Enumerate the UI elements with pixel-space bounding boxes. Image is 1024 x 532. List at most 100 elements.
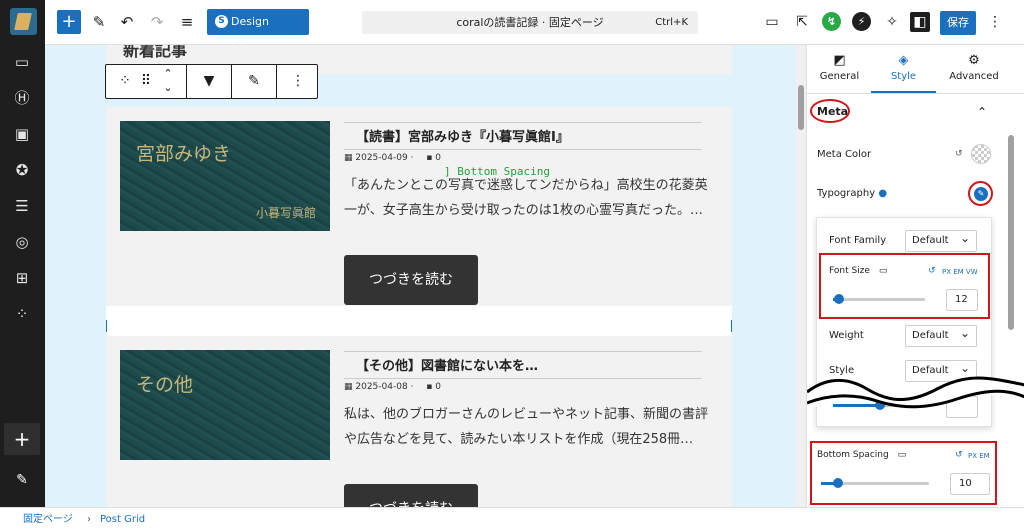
tab-divider [807,93,1024,94]
external-view-icon[interactable]: ⇱ [792,12,812,32]
save-button[interactable]: 保存 [940,11,976,35]
tab-advanced[interactable]: ⚙ Advanced [937,45,1011,93]
add-block-icon[interactable]: + [4,423,40,455]
image-icon[interactable]: ▣ [12,124,32,144]
post-date: 2025-04-09 · [355,153,414,163]
general-icon: ◩ [833,53,846,68]
canvas-scrollbar[interactable] [796,45,806,507]
performance-icon[interactable]: ↯ [822,12,841,31]
more-options-icon[interactable]: ⋮ [985,12,1005,32]
post-grid[interactable]: 宮部みゆき 小暮写眞館 【読書】宮部みゆき『小暮写眞館Ⅰ』 ▦ 2025-04-… [106,107,732,507]
read-more-button[interactable]: つづきを読む [344,255,478,305]
tab-general[interactable]: ◩ General [807,45,872,93]
block-settings-panel: ◩ General ◈ Style ⚙ Advanced Meta ⌃ Meta Co… [806,45,1024,507]
meta-color-label: Meta Color [817,149,872,160]
breadcrumb-page[interactable]: 固定ページ [23,508,73,532]
highlight-meta [810,99,850,123]
post-excerpt: 私は、他のブロガーさんのレビューやネット記事、新聞の書評や広告などを見て、読みた… [344,407,709,447]
post-meta: ▦ 2025-04-09 · ▪ 0 [344,153,441,163]
comment-count: 0 [435,382,441,392]
thumbnail-title: 宮部みゆき [136,143,232,165]
highlight-bottom-spacing [810,441,997,505]
rows-icon[interactable]: ☰ [12,196,32,216]
admin-sidebar: ▭ Ⓗ ▣ ✪ ☰ ◎ ⊞ ⁘ + ✎ [0,0,45,531]
panel-scrollbar[interactable] [1008,135,1014,330]
desktop-preview-icon[interactable]: ▭ [762,12,782,32]
ai-sparkle-icon[interactable]: ✧ [882,12,902,32]
design-library-button[interactable]: S Design Library [207,9,309,54]
post-card[interactable]: その他 【その他】図書館にない本を… ▦ 2025-04-08 · ▪ 0 私は… [106,336,732,507]
post-thumbnail[interactable]: 宮部みゆき 小暮写眞館 [120,121,330,231]
star-icon[interactable]: ✪ [12,160,32,180]
post-title[interactable]: 【その他】図書館にない本を… [344,351,702,379]
typography-label: Typography ● [817,188,887,199]
weight-select[interactable]: Default [905,323,977,347]
post-card[interactable]: 宮部みゆき 小暮写眞館 【読書】宮部みゆき『小暮写眞館Ⅰ』 ▦ 2025-04-… [106,107,732,306]
weight-label: Weight [829,330,864,341]
typography-modified-dot: ● [878,188,888,199]
grid-icon[interactable]: ⊞ [12,268,32,288]
command-palette[interactable]: coralの読書記録 · 固定ページ Ctrl+K [362,11,698,34]
meta-color-swatch[interactable] [971,144,991,164]
post-title[interactable]: 【読書】宮部みゆき『小暮写眞館Ⅰ』 [344,122,702,150]
breadcrumb-separator: › [87,514,91,525]
reset-color-icon[interactable]: ↺ [955,149,963,159]
block-toolbar: ⁘ ⠿ ⌃ ⌄ ▼ ✎ ⋮ [105,64,318,99]
breadcrumb-block[interactable]: Post Grid [100,508,145,532]
editor-toolbar: + ✎ ↶ ↷ ≡ S Design Library coralの読書記録 · … [45,0,1024,54]
undo-icon[interactable]: ↶ [117,12,137,32]
comment-count: 0 [435,153,441,163]
canvas-scroll-thumb[interactable] [798,85,804,130]
calendar-icon: ▦ [344,382,356,392]
drag-handle-icon[interactable]: ⠿ [140,73,152,89]
redo-icon[interactable]: ↷ [147,12,167,32]
command-shortcut: Ctrl+K [655,17,688,28]
calendar-icon: ▦ [344,153,356,163]
blocks-icon[interactable]: ⁘ [12,304,32,324]
settings-sidebar-icon[interactable]: ◧ [910,12,930,32]
move-up-down-icon[interactable]: ⌃ ⌄ [160,67,176,95]
document-overview-icon[interactable]: ≡ [177,12,197,32]
edit-pencil-icon[interactable]: ✎ [245,73,263,89]
heading-icon[interactable]: Ⓗ [12,88,32,108]
thumbnail-title: その他 [136,374,194,396]
edit-pen-icon[interactable]: ✎ [12,472,32,492]
jetpack-icon[interactable]: ⚡ [852,12,871,31]
typography-label-text: Typography [817,188,876,199]
comment-icon: ▪ [426,153,436,163]
block-selection-outline [106,320,732,332]
tab-style-label: Style [890,71,917,82]
post-meta: ▦ 2025-04-08 · ▪ 0 [344,382,441,392]
block-options-icon[interactable]: ⋮ [289,73,307,89]
editor-canvas: 新着記事 宮部みゆき 小暮写眞館 【読書】宮部みゆき『小暮写眞館Ⅰ』 ▦ 202… [45,45,796,507]
paint-bucket-icon: ◈ [898,53,909,68]
read-more-button[interactable]: つづきを読む [344,484,478,507]
design-library-icon: S [215,15,228,28]
gear-icon: ⚙ [968,53,980,68]
pointer-icon[interactable]: ◎ [12,232,32,252]
comment-icon: ▪ [426,382,436,392]
command-title: coralの読書記録 · 固定ページ [456,16,604,29]
style-brush-icon[interactable]: ▼ [200,73,218,89]
breadcrumb: 固定ページ › Post Grid [0,507,1024,531]
font-family-label: Font Family [829,235,887,246]
post-thumbnail[interactable]: その他 [120,350,330,460]
thumbnail-subtitle: 小暮写眞館 [255,206,316,220]
tools-pen-icon[interactable]: ✎ [89,12,109,32]
highlight-font-size [819,253,990,319]
torn-edge-divider [807,376,1024,409]
tab-advanced-label: Advanced [949,71,999,82]
collapse-chevron-icon[interactable]: ⌃ [977,105,987,119]
layout-icon[interactable]: ▭ [12,52,32,72]
bottom-spacing-indicator: ] Bottom Spacing [444,165,550,178]
font-family-select[interactable]: Default [905,228,977,252]
tab-general-label: General [819,71,860,82]
post-date: 2025-04-08 · [355,382,414,392]
post-excerpt: 「あんたンとこの写真で迷惑してンだからね」高校生の花菱英一が、女子高生から受け取… [344,178,708,218]
section-heading: 新着記事 [123,45,188,60]
block-type-icon[interactable]: ⁘ [116,73,134,89]
site-logo-icon[interactable] [10,8,37,35]
tab-style[interactable]: ◈ Style [871,45,936,93]
highlight-typography-edit [968,181,993,206]
block-inserter-button[interactable]: + [57,10,81,34]
